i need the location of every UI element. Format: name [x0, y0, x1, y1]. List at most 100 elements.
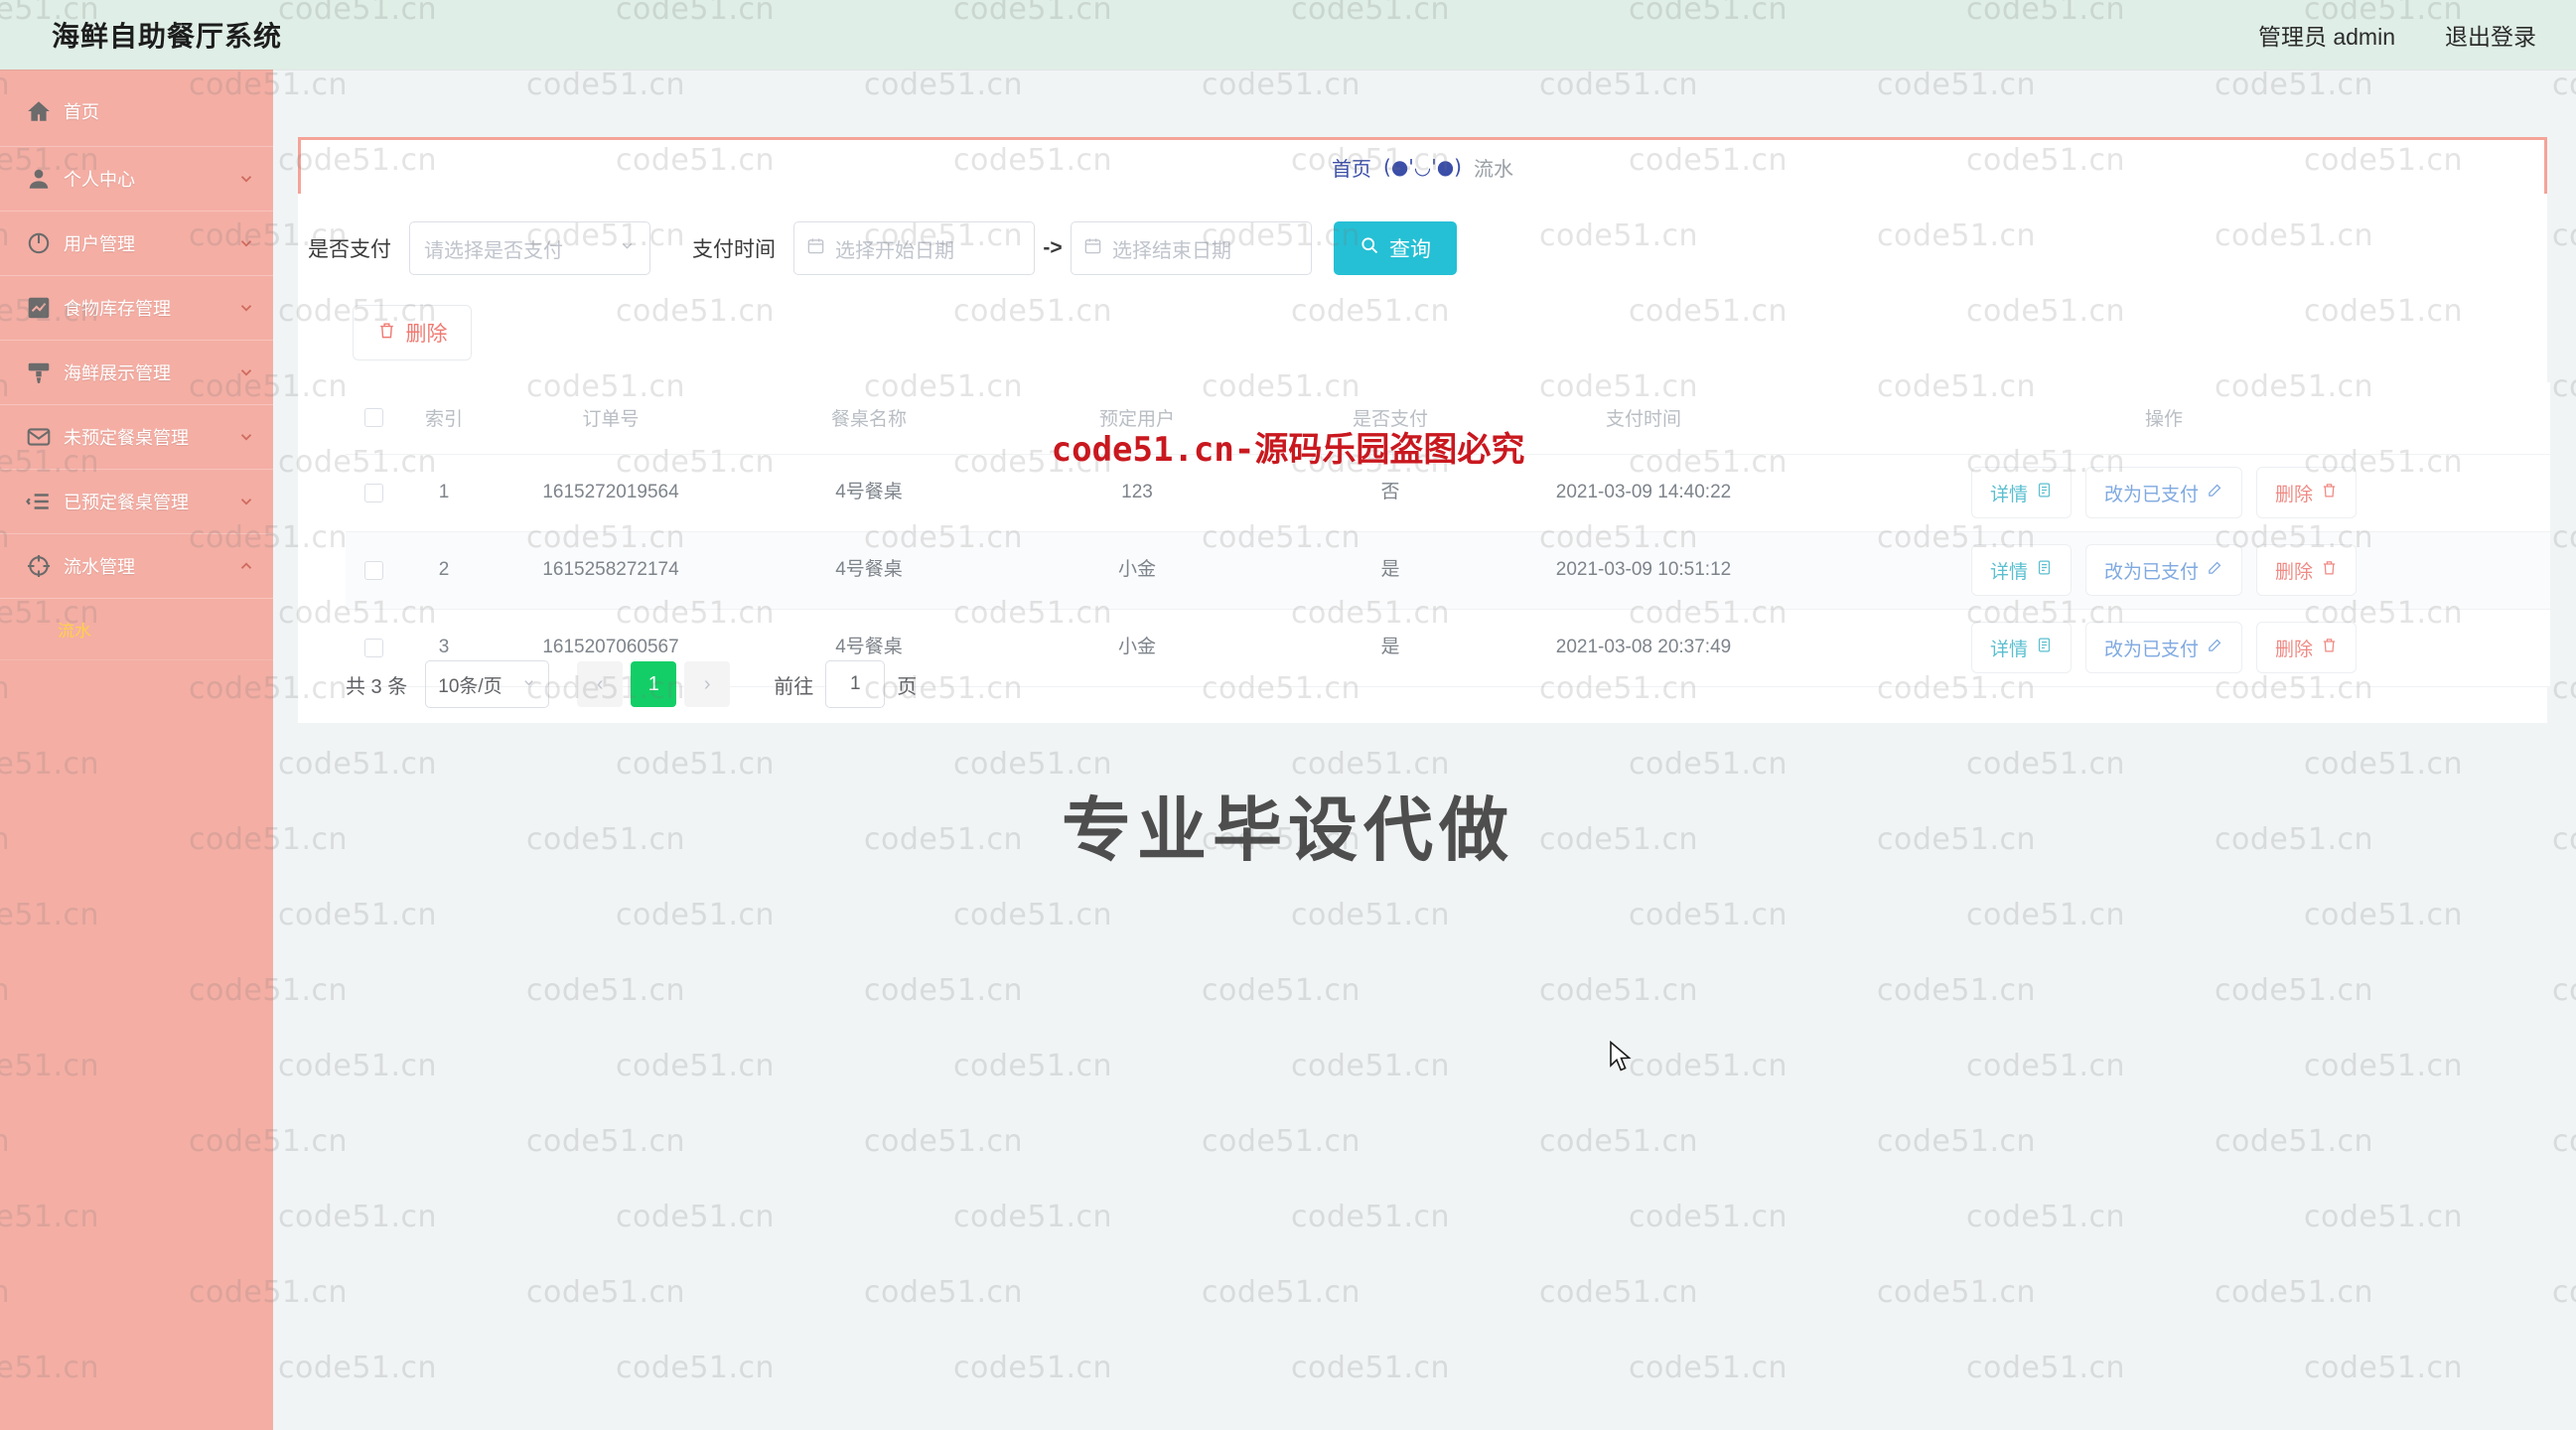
breadcrumb-face-icon: (●'◡'●)	[1383, 155, 1462, 179]
pagination: 共 3 条 10条/页 ‹ 1 › 前往 页	[346, 660, 917, 708]
row-checkbox[interactable]	[363, 560, 383, 580]
row-delete-label: 删除	[2275, 561, 2314, 583]
breadcrumb-current: 流水	[1473, 158, 1513, 181]
cell-pay-time: 2021-03-09 10:51:12	[1509, 531, 1778, 610]
sidebar-item-label: 个人中心	[64, 170, 135, 190]
cell-actions: 详情 改为已支付 删除	[1778, 531, 2550, 610]
end-date-placeholder: 选择结束日期	[1112, 239, 1231, 262]
detail-label: 详情	[1989, 561, 2028, 583]
row-checkbox[interactable]	[363, 483, 383, 502]
sidebar-item-label: 用户管理	[64, 234, 135, 254]
list-icon	[26, 489, 52, 514]
row-delete-button[interactable]: 删除	[2256, 467, 2358, 518]
bulk-delete-button[interactable]: 删除	[353, 305, 472, 360]
search-button[interactable]: 查询	[1334, 221, 1457, 275]
page-unit-label: 页	[897, 675, 918, 698]
app-header: 海鲜自助餐厅系统 管理员 admin 退出登录	[0, 0, 2576, 70]
sidebar-item-label: 食物库存管理	[64, 299, 171, 319]
watermark-big: 专业毕设代做	[1062, 791, 1514, 869]
brush-icon	[26, 359, 52, 385]
row-select-cell	[346, 531, 401, 610]
mark-paid-button[interactable]: 改为已支付	[2084, 544, 2242, 596]
edit-icon	[2207, 637, 2223, 659]
filter-bar: 是否支付 请选择是否支付 支付时间 选择开始日期 -> 选择结束日期 查询	[308, 221, 1457, 275]
row-delete-label: 删除	[2275, 484, 2314, 505]
goto-page-input[interactable]	[825, 660, 886, 708]
chevron-down-icon	[619, 237, 636, 259]
home-icon	[26, 98, 52, 124]
chevron-down-icon	[237, 363, 255, 381]
sidebar-item-label: 已预定餐桌管理	[64, 493, 189, 512]
document-icon	[2036, 637, 2053, 659]
start-date-placeholder: 选择开始日期	[835, 239, 954, 262]
pagination-total: 共 3 条	[346, 675, 408, 698]
target-icon	[26, 553, 52, 579]
header-actions: 管理员 admin 退出登录	[2258, 18, 2536, 52]
sidebar-item-label: 流水管理	[64, 557, 135, 577]
detail-button[interactable]: 详情	[1970, 467, 2072, 518]
chevron-down-icon	[237, 493, 255, 510]
chevron-down-icon	[237, 234, 255, 252]
sidebar-item-user-management[interactable]: 用户管理	[0, 212, 273, 276]
breadcrumb-home[interactable]: 首页	[1332, 153, 1371, 182]
sidebar: 首页 个人中心 用户管理 食物库存管理 海鲜展示管理 未预定餐桌管理 已预定餐桌…	[0, 70, 273, 1430]
cell-user: 小金	[1003, 609, 1271, 687]
mark-paid-button[interactable]: 改为已支付	[2084, 622, 2242, 673]
logout-button[interactable]: 退出登录	[2445, 18, 2536, 52]
end-date-input[interactable]: 选择结束日期	[1071, 221, 1312, 275]
calendar-icon	[806, 236, 825, 261]
cell-order-no: 1615258272174	[487, 531, 735, 610]
sidebar-item-profile[interactable]: 个人中心	[0, 147, 273, 212]
sidebar-item-transaction-management[interactable]: 流水管理	[0, 534, 273, 599]
power-icon	[26, 230, 52, 256]
edit-icon	[2207, 559, 2223, 582]
mark-paid-label: 改为已支付	[2103, 639, 2199, 660]
cell-pay-time: 2021-03-08 20:37:49	[1509, 609, 1778, 687]
sidebar-item-reserved-tables[interactable]: 已预定餐桌管理	[0, 470, 273, 534]
current-user-label[interactable]: 管理员 admin	[2258, 18, 2395, 52]
trash-icon	[2321, 637, 2338, 659]
detail-label: 详情	[1989, 639, 2028, 660]
chart-icon	[26, 295, 52, 321]
trash-icon	[2321, 559, 2338, 582]
trash-icon	[377, 321, 396, 346]
trash-icon	[2321, 482, 2338, 504]
search-button-label: 查询	[1389, 238, 1431, 261]
row-delete-button[interactable]: 删除	[2256, 544, 2358, 596]
paid-filter-select[interactable]: 请选择是否支付	[409, 221, 650, 275]
sidebar-subitem-transactions[interactable]: 流水	[0, 599, 273, 660]
chevron-down-icon	[237, 299, 255, 317]
detail-button[interactable]: 详情	[1970, 544, 2072, 596]
calendar-icon	[1083, 236, 1102, 261]
row-delete-label: 删除	[2275, 639, 2314, 660]
page-number-1[interactable]: 1	[631, 661, 677, 707]
edit-icon	[2207, 482, 2223, 504]
document-icon	[2036, 482, 2053, 504]
search-icon	[1360, 235, 1379, 261]
cell-user: 小金	[1003, 531, 1271, 610]
sidebar-item-home[interactable]: 首页	[0, 70, 273, 147]
start-date-input[interactable]: 选择开始日期	[793, 221, 1035, 275]
sidebar-item-label: 首页	[64, 101, 99, 122]
mark-paid-label: 改为已支付	[2103, 561, 2199, 583]
chevron-down-icon	[237, 170, 255, 188]
paid-filter-placeholder: 请选择是否支付	[424, 239, 563, 262]
row-delete-button[interactable]: 删除	[2256, 622, 2358, 673]
mark-paid-label: 改为已支付	[2103, 484, 2199, 505]
next-page-button[interactable]: ›	[684, 661, 731, 707]
cell-table-name: 4号餐桌	[735, 531, 1003, 610]
sidebar-item-label: 海鲜展示管理	[64, 363, 171, 383]
page-size-select[interactable]: 10条/页	[425, 660, 550, 708]
prev-page-button[interactable]: ‹	[577, 661, 624, 707]
chevron-up-icon	[237, 557, 255, 575]
main-content: 首页 (●'◡'●) 流水 是否支付 请选择是否支付 支付时间 选择开始日期 -…	[273, 70, 2576, 1430]
detail-label: 详情	[1989, 484, 2028, 505]
sidebar-item-food-inventory[interactable]: 食物库存管理	[0, 276, 273, 341]
mark-paid-button[interactable]: 改为已支付	[2084, 467, 2242, 518]
page-jump: 前往 页	[774, 660, 917, 708]
sidebar-subitem-label: 流水	[58, 622, 91, 641]
row-checkbox[interactable]	[363, 638, 383, 657]
detail-button[interactable]: 详情	[1970, 622, 2072, 673]
sidebar-item-seafood-display[interactable]: 海鲜展示管理	[0, 341, 273, 405]
watermark-center: code51.cn-源码乐园盗图必究	[1051, 430, 1525, 470]
